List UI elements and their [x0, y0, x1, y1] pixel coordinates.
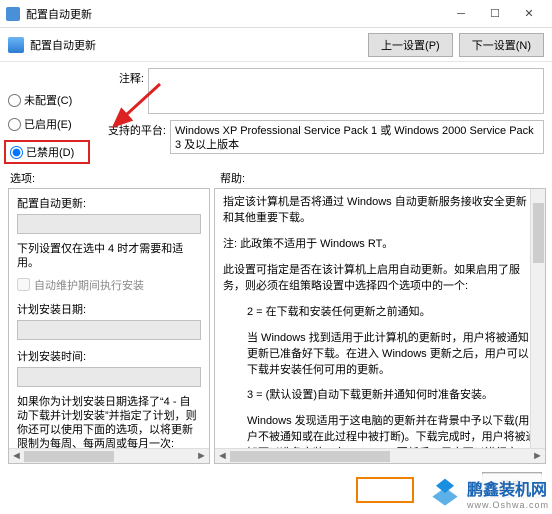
maintenance-checkbox[interactable]: 自动维护期间执行安装: [17, 277, 201, 293]
v-scrollbar[interactable]: [530, 189, 545, 448]
update-mode-select[interactable]: [17, 214, 201, 234]
install-day-label: 计划安装日期:: [17, 301, 201, 317]
radio-disabled[interactable]: 已禁用(D): [10, 144, 84, 160]
watermark: 鹏鑫装机网 www.Oshwa.com: [426, 474, 550, 512]
watermark-brand: 鹏鑫装机网: [467, 476, 549, 500]
help-p2: 注: 此政策不适用于 Windows RT。: [223, 237, 537, 253]
h-scrollbar-r[interactable]: ◄►: [215, 448, 545, 463]
policy-name: 配置自动更新: [30, 37, 368, 53]
watermark-icon: [427, 475, 463, 511]
close-button[interactable]: ✕: [512, 1, 546, 27]
radio-not-configured[interactable]: 未配置(C): [8, 92, 90, 108]
prev-setting-button[interactable]: 上一设置(P): [368, 33, 453, 57]
options-pane: 配置自动更新: 下列设置仅在选中 4 时才需要和适用。 自动维护期间执行安装 计…: [8, 188, 210, 464]
platform-label: 支持的平台:: [96, 120, 166, 154]
help-opt3: 3 = (默认设置)自动下载更新并通知何时准备安装。: [223, 388, 537, 404]
state-radios: 未配置(C) 已启用(E) 已禁用(D): [8, 68, 90, 164]
platform-field: Windows XP Professional Service Pack 1 或…: [170, 120, 544, 154]
install-time-label: 计划安装时间:: [17, 348, 201, 364]
maximize-button[interactable]: ☐: [478, 1, 512, 27]
window-title: 配置自动更新: [26, 6, 444, 22]
h-scrollbar[interactable]: ◄►: [9, 448, 209, 463]
options-label: 选项:: [10, 170, 220, 186]
install-time-select[interactable]: [17, 367, 201, 387]
comment-label: 注释:: [96, 68, 144, 114]
limit-note: 如果你为计划安装日期选择了“4 - 自动下载并计划安装”并指定了计划，则你还可以…: [17, 395, 201, 452]
install-day-select[interactable]: [17, 320, 201, 340]
help-pane: 指定该计算机是否将通过 Windows 自动更新服务接收安全更新和其他重要下载。…: [214, 188, 546, 464]
ribbon: 配置自动更新 上一设置(P) 下一设置(N): [0, 28, 552, 62]
help-p4: 当 Windows 找到适用于此计算机的更新时，用户将被通知更新已准备好下载。在…: [223, 331, 537, 379]
schedule-note: 下列设置仅在选中 4 时才需要和适用。: [17, 242, 201, 271]
help-p1: 指定该计算机是否将通过 Windows 自动更新服务接收安全更新和其他重要下载。: [223, 195, 537, 227]
minimize-button[interactable]: ─: [444, 1, 478, 27]
options-title: 配置自动更新:: [17, 195, 201, 211]
next-setting-button[interactable]: 下一设置(N): [459, 33, 544, 57]
app-icon: [6, 7, 20, 21]
help-label: 帮助:: [220, 170, 245, 186]
help-opt2: 2 = 在下载和安装任何更新之前通知。: [223, 305, 537, 321]
comment-field[interactable]: [148, 68, 544, 114]
radio-enabled[interactable]: 已启用(E): [8, 116, 90, 132]
policy-icon: [8, 37, 24, 53]
titlebar: 配置自动更新 ─ ☐ ✕: [0, 0, 552, 28]
highlight-box: 已禁用(D): [4, 140, 90, 164]
help-p3: 此设置可指定是否在该计算机上启用自动更新。如果启用了服务，则必须在组策略设置中选…: [223, 263, 537, 295]
watermark-url: www.Oshwa.com: [467, 500, 549, 510]
